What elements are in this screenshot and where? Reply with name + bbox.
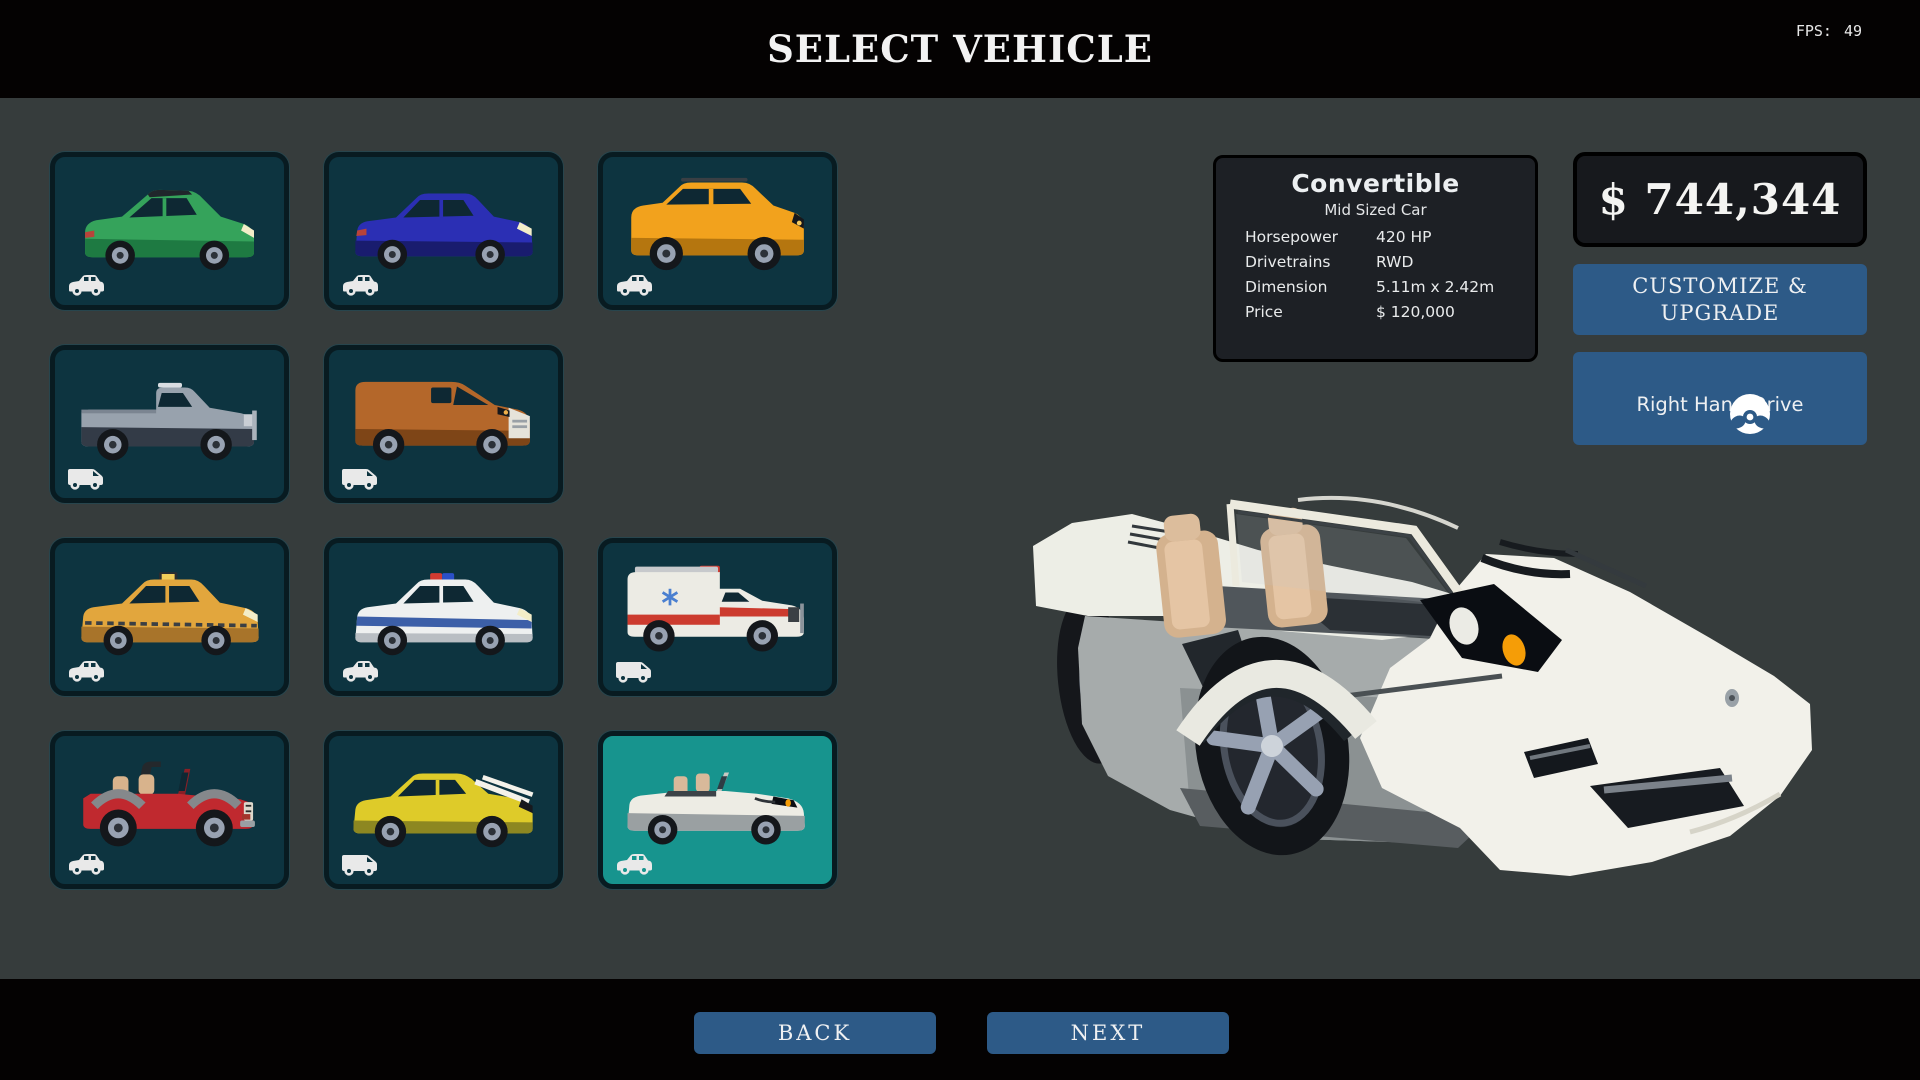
green-hatchback-thumbnail [68, 164, 272, 284]
gray-pickup-thumbnail [68, 357, 272, 477]
police-car-thumbnail [342, 550, 546, 670]
info-row: Price $ 120,000 [1216, 303, 1535, 328]
fps-label: FPS: [1796, 22, 1832, 40]
vehicle-select-screen: SELECT VEHICLE FPS: 49 [0, 0, 1920, 1080]
vehicle-tile-green-hatchback[interactable] [50, 152, 289, 310]
info-label: Horsepower [1245, 228, 1338, 246]
info-row: Horsepower 420 HP [1216, 228, 1535, 253]
vehicle-category: Mid Sized Car [1216, 201, 1535, 219]
info-panel: Convertible Mid Sized Car Horsepower 420 … [1213, 155, 1538, 362]
customize-upgrade-button[interactable]: CUSTOMIZE & UPGRADE [1573, 264, 1867, 335]
vehicle-tile-ambulance[interactable] [598, 538, 837, 696]
brown-van-thumbnail [342, 357, 546, 477]
back-button[interactable]: BACK [694, 1012, 936, 1054]
info-label: Price [1245, 303, 1283, 321]
car-icon [614, 851, 654, 877]
info-row: Drivetrains RWD [1216, 253, 1535, 278]
fps-value: 49 [1844, 22, 1862, 40]
red-offroader-thumbnail [68, 743, 272, 863]
vehicle-tile-white-convertible[interactable] [598, 731, 837, 889]
right-hand-drive-button[interactable]: Right Hand Drive [1573, 352, 1867, 445]
car-icon [66, 658, 106, 684]
info-value: 5.11m x 2.42m [1376, 278, 1494, 296]
steering-wheel-icon [1728, 392, 1772, 436]
vehicle-tile-yellow-muscle-car[interactable] [324, 731, 563, 889]
info-label: Drivetrains [1245, 253, 1330, 271]
car-icon [614, 272, 654, 298]
vehicle-tile-orange-suv[interactable] [598, 152, 837, 310]
car-icon [340, 272, 380, 298]
info-label: Dimension [1245, 278, 1327, 296]
orange-suv-thumbnail [616, 164, 820, 284]
customize-label: CUSTOMIZE & UPGRADE [1603, 273, 1837, 326]
car-icon [66, 272, 106, 298]
info-value: 420 HP [1376, 228, 1432, 246]
bottom-bar [0, 979, 1920, 1080]
page-title: SELECT VEHICLE [0, 0, 1920, 98]
car-icon [66, 851, 106, 877]
next-button[interactable]: NEXT [987, 1012, 1229, 1054]
ambulance-thumbnail [616, 550, 820, 670]
car-icon [340, 658, 380, 684]
vehicle-tile-police-car[interactable] [324, 538, 563, 696]
fps-counter: FPS: 49 [1796, 22, 1862, 40]
info-rows: Horsepower 420 HP Drivetrains RWD Dimension 5… [1216, 228, 1535, 328]
white-convertible-thumbnail [616, 743, 820, 863]
right-hand-drive-label: Right Hand Drive [1579, 393, 1861, 416]
vehicle-tile-brown-van[interactable] [324, 345, 563, 503]
info-row: Dimension 5.11m x 2.42m [1216, 278, 1535, 303]
info-value: RWD [1376, 253, 1413, 271]
van-icon [614, 658, 654, 684]
van-icon [340, 851, 380, 877]
info-value: $ 120,000 [1376, 303, 1455, 321]
selected-vehicle-preview [1030, 488, 1818, 880]
vehicle-grid [50, 152, 837, 889]
van-icon [340, 465, 380, 491]
vehicle-tile-red-offroader[interactable] [50, 731, 289, 889]
van-icon [66, 465, 106, 491]
vehicle-tile-gray-pickup[interactable] [50, 345, 289, 503]
money-amount: $ 744,344 [1599, 175, 1842, 224]
blue-sedan-thumbnail [342, 164, 546, 284]
vehicle-name: Convertible [1216, 169, 1535, 198]
money-panel: $ 744,344 [1573, 152, 1867, 247]
yellow-muscle-car-thumbnail [342, 743, 546, 863]
vehicle-tile-blue-sedan[interactable] [324, 152, 563, 310]
vehicle-tile-yellow-taxi[interactable] [50, 538, 289, 696]
yellow-taxi-thumbnail [68, 550, 272, 670]
